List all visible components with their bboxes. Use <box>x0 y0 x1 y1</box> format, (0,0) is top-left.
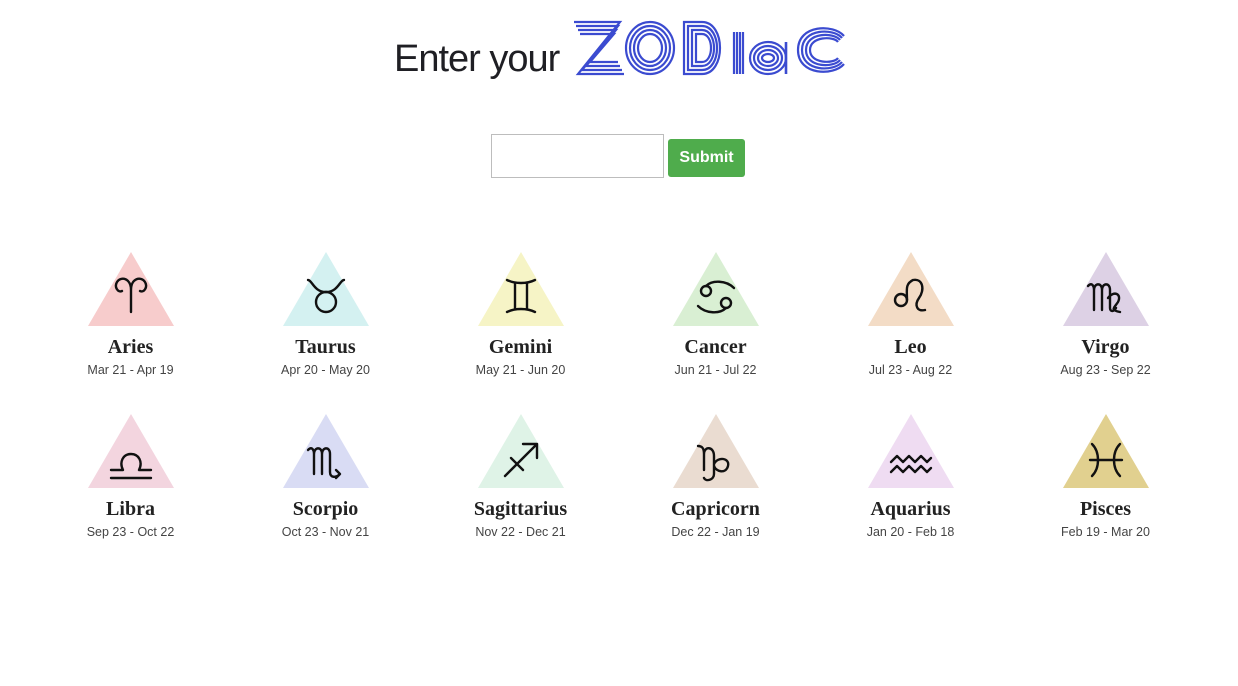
aquarius-icon <box>868 414 954 488</box>
sign-name: Virgo <box>1081 336 1130 358</box>
sign-dates: Aug 23 - Sep 22 <box>1060 363 1151 377</box>
search-form: Submit <box>491 134 751 178</box>
leo-icon <box>868 252 954 326</box>
taurus-icon <box>283 252 369 326</box>
sagittarius-icon <box>478 414 564 488</box>
capricorn-icon <box>673 414 759 488</box>
cancer-icon <box>673 252 759 326</box>
zodiac-sign-sagittarius[interactable]: Sagittarius Nov 22 - Dec 21 <box>423 412 618 574</box>
zodiac-sign-cancer[interactable]: Cancer Jun 21 - Jul 22 <box>618 250 813 412</box>
zodiac-sign-aries[interactable]: Aries Mar 21 - Apr 19 <box>33 250 228 412</box>
sign-dates: Oct 23 - Nov 21 <box>281 525 370 539</box>
sign-dates: Feb 19 - Mar 20 <box>1061 525 1150 539</box>
sign-dates: Sep 23 - Oct 22 <box>86 525 175 539</box>
gemini-icon <box>478 252 564 326</box>
sign-dates: Jun 21 - Jul 22 <box>674 363 757 377</box>
sign-name: Libra <box>106 498 155 520</box>
sign-name: Sagittarius <box>473 498 568 520</box>
sign-dates: Jan 20 - Feb 18 <box>866 525 955 539</box>
zodiac-sign-gemini[interactable]: Gemini May 21 - Jun 20 <box>423 250 618 412</box>
sign-dates: Dec 22 - Jan 19 <box>671 525 760 539</box>
zodiac-sign-scorpio[interactable]: Scorpio Oct 23 - Nov 21 <box>228 412 423 574</box>
sign-name: Aquarius <box>870 498 951 520</box>
sign-name: Aries <box>107 336 154 358</box>
zodiac-sign-taurus[interactable]: Taurus Apr 20 - May 20 <box>228 250 423 412</box>
sign-name: Cancer <box>684 336 747 358</box>
sign-dates: Apr 20 - May 20 <box>281 363 370 377</box>
sign-name: Leo <box>894 336 927 358</box>
sign-name: Gemini <box>488 336 553 358</box>
zodiac-sign-libra[interactable]: Libra Sep 23 - Oct 22 <box>33 412 228 574</box>
sign-name: Scorpio <box>292 498 359 520</box>
zodiac-logo <box>574 20 845 76</box>
pisces-icon <box>1063 414 1149 488</box>
zodiac-sign-aquarius[interactable]: Aquarius Jan 20 - Feb 18 <box>813 412 1008 574</box>
sign-dates: Nov 22 - Dec 21 <box>475 525 566 539</box>
sign-name: Taurus <box>295 336 356 358</box>
sign-name: Capricorn <box>671 498 760 520</box>
submit-button[interactable]: Submit <box>668 139 745 177</box>
sign-dates: Mar 21 - Apr 19 <box>87 363 174 377</box>
header-title: Enter your <box>394 20 854 84</box>
zodiac-sign-pisces[interactable]: Pisces Feb 19 - Mar 20 <box>1008 412 1203 574</box>
zodiac-grid: Aries Mar 21 - Apr 19 Taurus Apr 20 - May 2… <box>33 250 1203 574</box>
sign-name: Pisces <box>1079 498 1132 520</box>
zodiac-sign-virgo[interactable]: Virgo Aug 23 - Sep 22 <box>1008 250 1203 412</box>
scorpio-icon <box>283 414 369 488</box>
libra-icon <box>88 414 174 488</box>
sign-dates: Jul 23 - Aug 22 <box>868 363 953 377</box>
virgo-icon <box>1063 252 1149 326</box>
zodiac-sign-leo[interactable]: Leo Jul 23 - Aug 22 <box>813 250 1008 412</box>
zodiac-input[interactable] <box>491 134 664 178</box>
header-prefix: Enter your <box>394 38 560 80</box>
zodiac-sign-capricorn[interactable]: Capricorn Dec 22 - Jan 19 <box>618 412 813 574</box>
page-header: Enter your <box>0 14 1238 84</box>
aries-icon <box>88 252 174 326</box>
sign-dates: May 21 - Jun 20 <box>475 363 566 377</box>
